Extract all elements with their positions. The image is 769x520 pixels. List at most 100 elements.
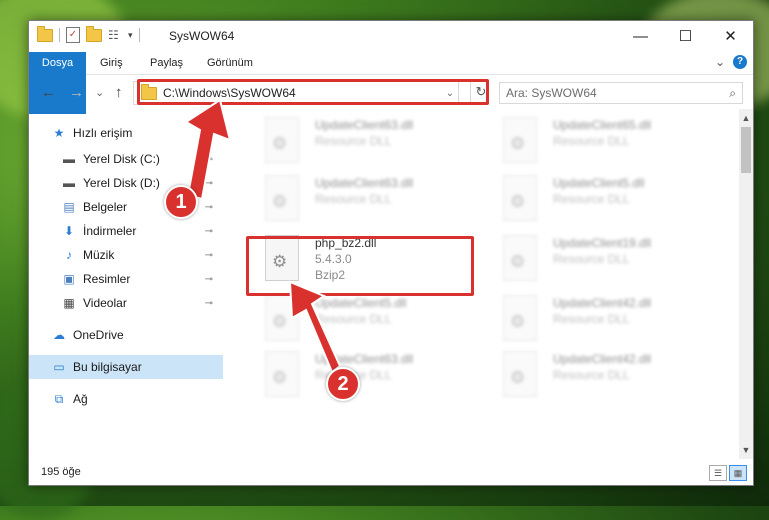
file-item[interactable]: UpdateClient63.dll Resource DLL (245, 113, 477, 175)
address-dropdown-icon[interactable]: ⌄ (442, 88, 458, 99)
pictures-icon: ▣ (63, 272, 75, 286)
address-folder-icon (141, 83, 157, 100)
pin-icon[interactable]: ⊸ (205, 298, 213, 309)
sidebar-item-label: Hızlı erişim (73, 126, 133, 140)
file-name: UpdateClient19.dll (553, 236, 652, 250)
minimize-button[interactable]: — (618, 21, 663, 51)
pin-icon[interactable]: ⊸ (205, 250, 213, 261)
file-item[interactable]: UpdateClient42.dll Resource DLL (483, 291, 715, 353)
sidebar-item-label: Videolar (83, 296, 127, 310)
file-name: UpdateClient63.dll (315, 118, 414, 132)
view-toggle: ☰ ▦ (709, 465, 747, 481)
tiles-view-icon[interactable]: ▦ (729, 465, 747, 481)
file-detail: Resource DLL (315, 192, 392, 206)
dll-file-icon (265, 351, 299, 397)
toolbar-divider (59, 28, 60, 42)
maximize-button[interactable]: ☐ (663, 21, 708, 51)
file-detail: Resource DLL (553, 252, 630, 266)
ribbon-right-controls: ⌄ ? (715, 55, 747, 69)
file-name: UpdateClient65.dll (553, 118, 652, 132)
callout-badge-1: 1 (164, 185, 198, 219)
pin-icon[interactable]: ⊸ (205, 274, 213, 285)
sidebar-item[interactable]: ★ Hızlı erişim (29, 121, 223, 145)
address-bar[interactable]: C:\Windows\SysWOW64 ⌄ (133, 81, 459, 105)
up-arrow-icon[interactable]: ↑ (115, 84, 123, 101)
ribbon-tabs: Dosya Giriş Paylaş Görünüm ⌄ ? (29, 52, 753, 114)
file-item[interactable]: UpdateClient42.dll Resource DLL (483, 347, 715, 409)
file-name: UpdateClient5.dll (553, 176, 645, 190)
drive-icon: ▬ (63, 152, 75, 166)
music-icon: ♪ (66, 248, 72, 262)
dll-file-icon (503, 295, 537, 341)
file-item[interactable]: UpdateClient5.dll Resource DLL (483, 171, 715, 233)
cloud-icon: ☁ (53, 328, 65, 342)
sidebar-item[interactable]: ⧉ Ağ (29, 387, 223, 411)
window-controls: — ☐ ✕ (618, 21, 753, 51)
file-item[interactable]: UpdateClient19.dll Resource DLL (483, 231, 715, 293)
file-detail: Resource DLL (553, 192, 630, 206)
sidebar-item[interactable]: ♪ Müzik ⊸ (29, 243, 223, 267)
tab-gorunum[interactable]: Görünüm (207, 52, 253, 74)
file-item[interactable]: UpdateClient5.dll Resource DLL (245, 291, 477, 353)
pin-icon[interactable]: ⊸ (205, 226, 213, 237)
documents-icon: ▤ (63, 200, 75, 214)
expand-ribbon-icon[interactable]: ⌄ (715, 55, 725, 69)
search-box[interactable]: Ara: SysWOW64 ⌕ (499, 82, 743, 104)
sidebar-item[interactable]: ☁ OneDrive (29, 323, 223, 347)
navigation-bar: ← → ⌄ ↑ C:\Windows\SysWOW64 ⌄ ↻ Ara: Sys… (29, 79, 753, 107)
title-bar: ✓ ☷ ▾ SysWOW64 — ☐ ✕ (29, 21, 753, 52)
sidebar-item-label: Belgeler (83, 200, 128, 214)
sidebar-item-label: Resimler (83, 272, 131, 286)
forward-arrow-icon[interactable]: → (69, 84, 84, 101)
sidebar-item[interactable]: ▬ Yerel Disk (C:) ⊸ (29, 147, 223, 171)
sidebar-item[interactable]: ▣ Resimler ⊸ (29, 267, 223, 291)
properties-check-icon[interactable]: ✓ (66, 27, 80, 43)
scroll-down-icon[interactable]: ▼ (739, 443, 753, 457)
file-item[interactable]: UpdateClient65.dll Resource DLL (483, 113, 715, 175)
scroll-up-icon[interactable]: ▲ (739, 111, 753, 125)
view-options-icon[interactable]: ☷ (108, 29, 122, 41)
video-icon: ▦ (63, 296, 75, 310)
pin-icon[interactable]: ⊸ (205, 154, 213, 165)
sidebar-item-label: Yerel Disk (C:) (83, 152, 160, 166)
tab-paylas[interactable]: Paylaş (150, 52, 183, 74)
sidebar-item-label: İndirmeler (83, 224, 137, 238)
vertical-scrollbar[interactable]: ▲ ▼ (739, 109, 753, 459)
sidebar-item[interactable]: ▭ Bu bilgisayar (29, 355, 223, 379)
recent-locations-icon[interactable]: ⌄ (95, 86, 104, 99)
dll-file-icon (503, 235, 537, 281)
file-detail: Resource DLL (315, 134, 392, 148)
tab-giris[interactable]: Giriş (100, 52, 123, 74)
file-detail: Resource DLL (553, 368, 630, 382)
computer-icon: ▭ (53, 360, 65, 374)
sidebar-item-label: OneDrive (73, 328, 124, 342)
sidebar-item[interactable]: ▦ Videolar ⊸ (29, 291, 223, 315)
refresh-button[interactable]: ↻ (470, 82, 491, 102)
customize-toolbar-icon[interactable]: ▾ (128, 30, 133, 41)
star-icon: ★ (53, 126, 65, 140)
search-placeholder: Ara: SysWOW64 (506, 86, 597, 100)
file-item[interactable]: UpdateClient63.dllResource DLL (245, 347, 477, 409)
details-view-icon[interactable]: ☰ (709, 465, 727, 481)
file-item[interactable]: UpdateClient63.dllResource DLL (245, 171, 477, 233)
status-bar: 195 öğe ☰ ▦ (29, 461, 753, 485)
file-name: UpdateClient63.dll (315, 352, 414, 366)
file-detail: Resource DLL (553, 312, 630, 326)
network-icon: ⧉ (54, 391, 64, 406)
navigation-pane: ★ Hızlı erişim ▬ Yerel Disk (C:) ⊸ ▬ Yerel Dis… (29, 113, 225, 461)
toolbar-divider (138, 28, 140, 42)
pin-icon[interactable]: ⊸ (205, 202, 213, 213)
new-folder-icon[interactable] (86, 25, 102, 42)
dll-file-icon (265, 117, 299, 163)
help-icon[interactable]: ? (733, 55, 747, 69)
sidebar-item[interactable]: ⬇ İndirmeler ⊸ (29, 219, 223, 243)
scroll-thumb[interactable] (741, 127, 751, 173)
pin-icon[interactable]: ⊸ (205, 178, 213, 189)
back-arrow-icon[interactable]: ← (41, 84, 56, 101)
dll-file-icon (265, 295, 299, 341)
close-button[interactable]: ✕ (708, 21, 753, 51)
sidebar-item-label: Yerel Disk (D:) (83, 176, 160, 190)
address-path[interactable]: C:\Windows\SysWOW64 (163, 86, 442, 100)
quick-access-toolbar: ✓ ☷ ▾ (37, 25, 140, 43)
dll-file-icon (265, 175, 299, 221)
